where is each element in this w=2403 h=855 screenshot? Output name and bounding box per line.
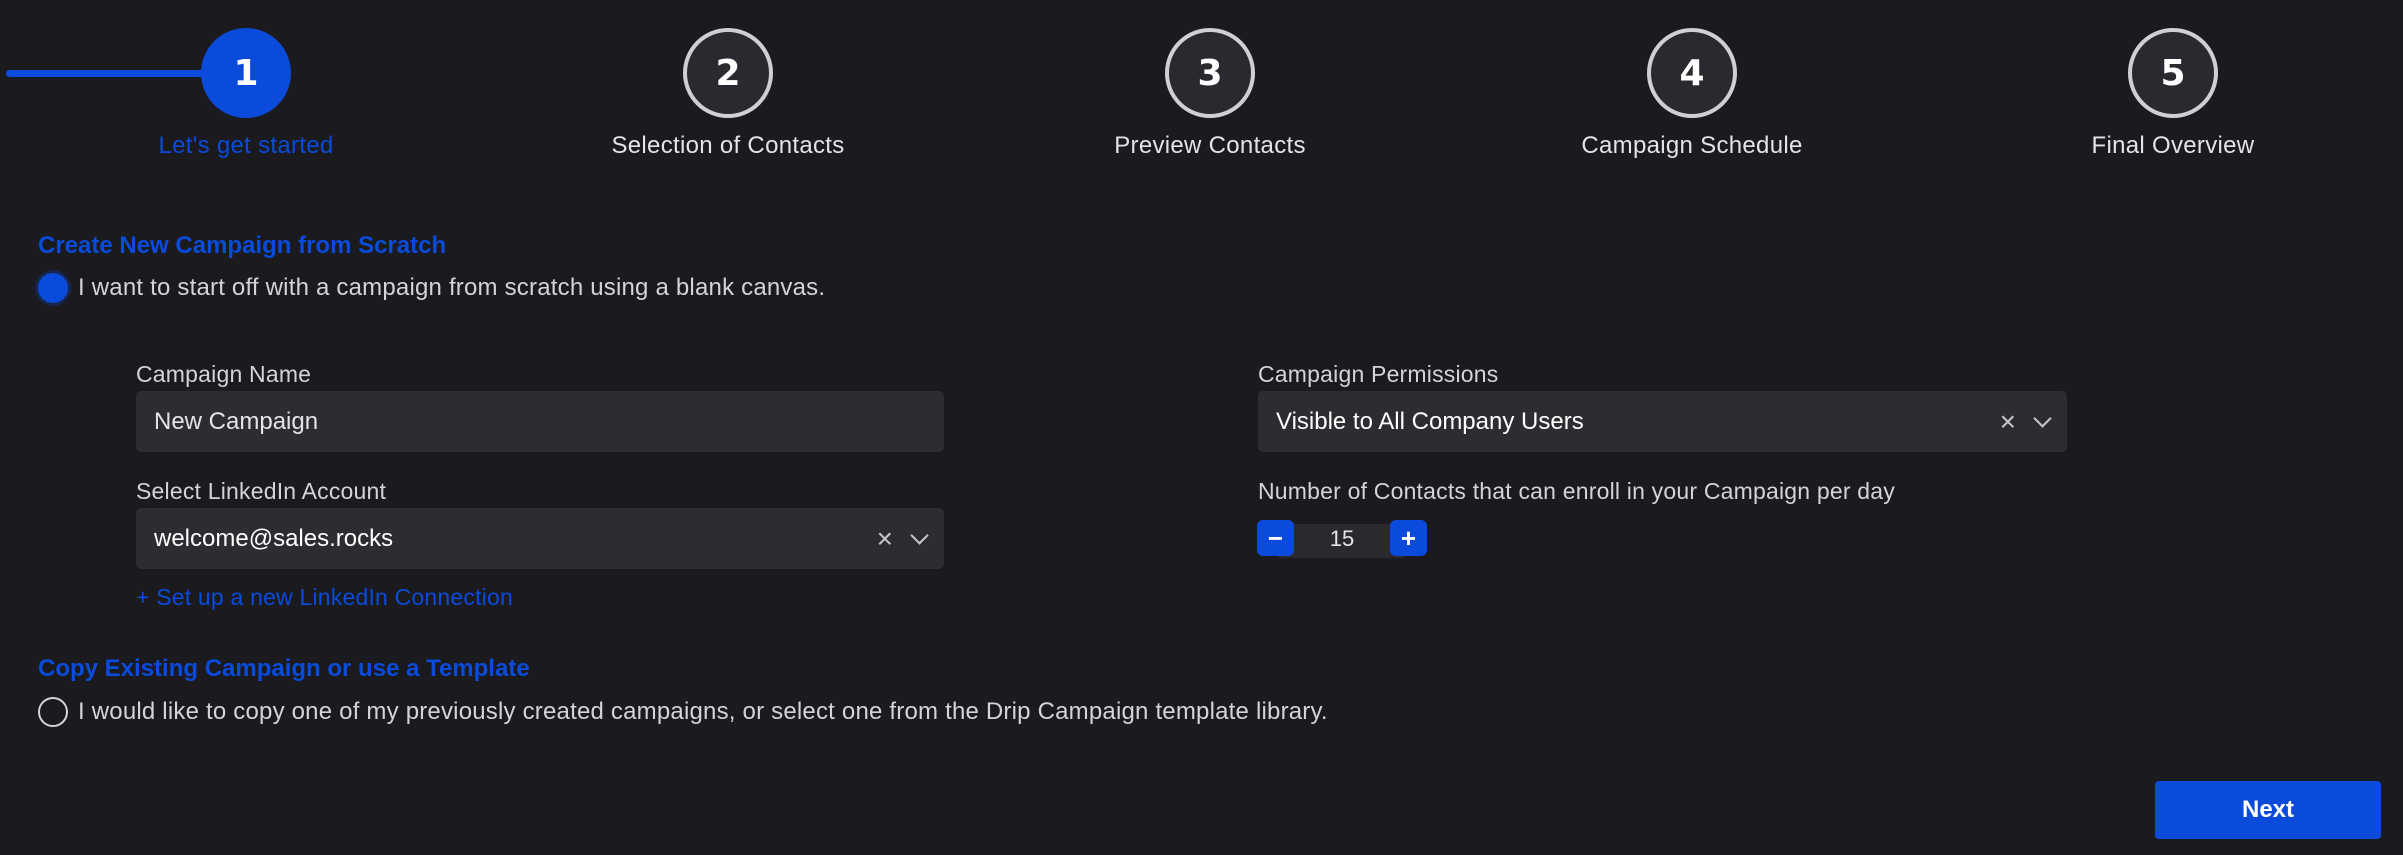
- campaign-name-input[interactable]: [154, 407, 926, 436]
- step-5-circle: 5: [2128, 28, 2218, 118]
- permissions-clear-icon[interactable]: ×: [2000, 407, 2016, 436]
- copy-section-title: Copy Existing Campaign or use a Template: [38, 655, 530, 682]
- scratch-section-title: Create New Campaign from Scratch: [38, 232, 447, 259]
- step-3-circle: 3: [1165, 28, 1255, 118]
- campaign-name-field[interactable]: [136, 391, 944, 452]
- step-4[interactable]: 4 Campaign Schedule: [1522, 28, 1862, 160]
- contacts-per-day-label: Number of Contacts that can enroll in yo…: [1258, 478, 1895, 504]
- permissions-chevron-down-icon[interactable]: [2033, 408, 2052, 428]
- permissions-value: Visible to All Company Users: [1276, 407, 1584, 435]
- step-1-circle: 1: [201, 28, 291, 118]
- campaign-wizard: 1 Let's get started 2 Selection of Conta…: [0, 0, 2403, 855]
- next-button[interactable]: Next: [2155, 781, 2381, 839]
- step-4-circle: 4: [1647, 28, 1737, 118]
- step-1-label: Let's get started: [158, 132, 334, 159]
- step-3[interactable]: 3 Preview Contacts: [1040, 28, 1380, 160]
- scratch-option-text: I want to start off with a campaign from…: [78, 274, 826, 301]
- step-2[interactable]: 2 Selection of Contacts: [558, 28, 898, 160]
- new-linkedin-connection-link[interactable]: + Set up a new LinkedIn Connection: [136, 584, 513, 611]
- increment-button[interactable]: +: [1390, 520, 1427, 556]
- step-3-label: Preview Contacts: [1114, 132, 1306, 159]
- copy-radio[interactable]: [38, 697, 68, 727]
- step-2-label: Selection of Contacts: [611, 132, 845, 159]
- linkedin-account-value: welcome@sales.rocks: [154, 524, 394, 552]
- linkedin-account-label: Select LinkedIn Account: [136, 478, 387, 504]
- decrement-button[interactable]: −: [1257, 520, 1294, 556]
- linkedin-account-select[interactable]: welcome@sales.rocks ×: [136, 508, 944, 569]
- scratch-radio[interactable]: [38, 273, 68, 303]
- step-2-circle: 2: [683, 28, 773, 118]
- copy-option[interactable]: I would like to copy one of my previousl…: [38, 697, 1328, 727]
- step-5-label: Final Overview: [2091, 132, 2255, 159]
- linkedin-chevron-down-icon[interactable]: [910, 525, 929, 545]
- copy-option-text: I would like to copy one of my previousl…: [78, 698, 1328, 725]
- scratch-option[interactable]: I want to start off with a campaign from…: [38, 273, 825, 303]
- contacts-per-day-stepper: − 15 +: [1257, 520, 1427, 558]
- step-1[interactable]: 1 Let's get started: [76, 28, 416, 160]
- campaign-name-label: Campaign Name: [136, 361, 312, 387]
- linkedin-clear-icon[interactable]: ×: [877, 524, 893, 553]
- step-5[interactable]: 5 Final Overview: [2003, 28, 2343, 160]
- step-4-label: Campaign Schedule: [1581, 132, 1803, 159]
- permissions-label: Campaign Permissions: [1258, 361, 1499, 387]
- contacts-per-day-value[interactable]: 15: [1294, 526, 1390, 552]
- permissions-select[interactable]: Visible to All Company Users ×: [1258, 391, 2067, 452]
